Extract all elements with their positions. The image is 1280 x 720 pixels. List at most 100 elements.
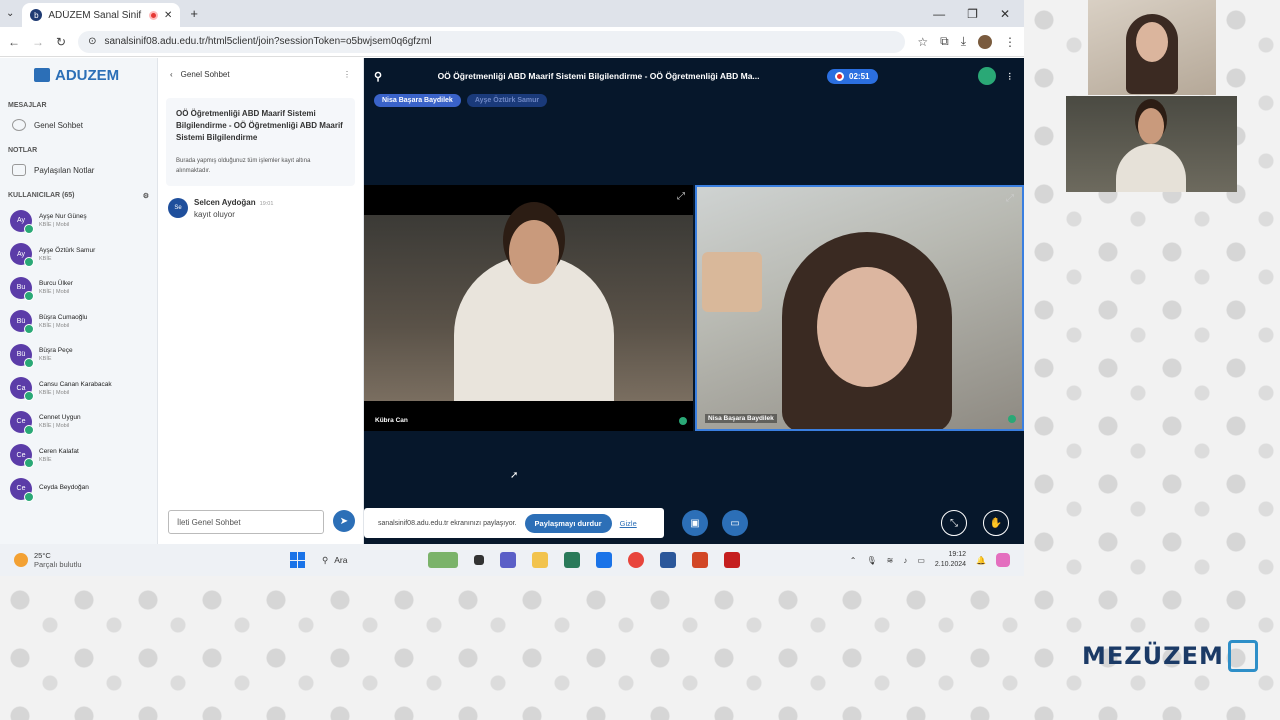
widgets-icon[interactable] bbox=[428, 552, 458, 568]
shared-notes-label: Paylaşılan Notlar bbox=[34, 165, 95, 175]
wifi-icon[interactable]: ≋ bbox=[887, 556, 894, 565]
new-tab-icon[interactable]: + bbox=[190, 6, 198, 21]
aduzem-logo-icon bbox=[34, 68, 50, 82]
url-field[interactable]: ⊙ sanalsinif08.adu.edu.tr/html5client/jo… bbox=[78, 30, 906, 53]
user-name: Ayşe Nur Güneş bbox=[39, 213, 87, 221]
video-user-name[interactable]: Kübra Can bbox=[372, 416, 411, 425]
chrome-icon[interactable] bbox=[628, 552, 644, 568]
video-tile[interactable]: ⤢ Kübra Can bbox=[364, 185, 693, 431]
user-list-item[interactable]: Bü Büşra Cumaoğlu KBİE | Mobil bbox=[10, 305, 157, 339]
messages-section-header: MESAJLAR bbox=[8, 102, 47, 109]
user-list-item[interactable]: Ay Ayşe Öztürk Samur KBİE bbox=[10, 238, 157, 272]
weather-temp: 25°C bbox=[34, 551, 51, 560]
raise-hand-button[interactable]: ✋ bbox=[983, 510, 1009, 536]
user-list-item[interactable]: Ca Cansu Canan Karabacak KBİE | Mobil bbox=[10, 372, 157, 406]
mail-icon[interactable] bbox=[596, 552, 612, 568]
user-status: KBİE bbox=[39, 456, 52, 463]
profile-avatar[interactable] bbox=[978, 34, 992, 49]
avatar: Ay bbox=[10, 243, 34, 268]
window-close-icon[interactable]: ✕ bbox=[1000, 7, 1010, 21]
user-list-item[interactable]: Bü Büşra Peçe KBİE bbox=[10, 338, 157, 372]
tab-title: ADÜZEM Sanal Sinif - OÖ bbox=[48, 9, 143, 21]
mic-icon bbox=[679, 417, 687, 425]
presentation-restore-button[interactable]: ⤡ bbox=[941, 510, 967, 536]
clock-time: 19:12 bbox=[948, 551, 967, 558]
mouse-cursor-icon: ➚ bbox=[510, 470, 519, 481]
chat-message: Se Selcen Aydoğan 19:01 kayıt oluyor bbox=[158, 194, 363, 223]
user-list-item[interactable]: Bu Burcu Ülker KBİE | Mobil bbox=[10, 271, 157, 305]
chat-back-icon[interactable]: ‹ bbox=[170, 70, 173, 79]
chat-title: Genel Sohbet bbox=[180, 69, 230, 79]
share-text: sanalsinif08.adu.edu.tr ekranınızı payla… bbox=[378, 519, 517, 527]
talker-badge[interactable]: Ayşe Öztürk Samur bbox=[466, 94, 548, 107]
chat-options-icon[interactable]: ⋮ bbox=[343, 70, 351, 79]
taskbar-search[interactable]: ⚲ Ara bbox=[322, 555, 412, 566]
extensions-icon[interactable]: ⧉ bbox=[940, 34, 949, 49]
site-info-icon[interactable]: ⊙ bbox=[88, 36, 96, 47]
tray-chevron-icon[interactable]: ⌃ bbox=[850, 556, 857, 565]
task-view-icon[interactable] bbox=[474, 555, 484, 565]
user-name: Ceren Kalafat bbox=[39, 447, 79, 455]
camera-button[interactable]: ▣ bbox=[682, 510, 708, 536]
stop-sharing-button[interactable]: Paylaşmayı durdur bbox=[524, 513, 612, 533]
clock[interactable]: 19:12 2.10.2024 bbox=[935, 550, 966, 570]
video-tile-active[interactable]: ⤢ Nisa Başara Baydilek bbox=[695, 185, 1024, 431]
tab-list-icon[interactable]: ⌄ bbox=[6, 8, 14, 19]
restore-icon[interactable]: ❐ bbox=[967, 7, 978, 21]
user-status: KBİE | Mobil bbox=[39, 289, 70, 296]
fullscreen-icon[interactable]: ⤢ bbox=[1006, 193, 1014, 204]
user-list-item[interactable]: Ay Ayşe Nur Güneş KBİE | Mobil bbox=[10, 204, 157, 238]
browser-tab[interactable]: b ADÜZEM Sanal Sinif - OÖ ✕ bbox=[22, 3, 181, 27]
back-icon[interactable]: ← bbox=[8, 35, 20, 49]
browser-menu-icon[interactable]: ⋮ bbox=[1004, 35, 1016, 49]
user-list-toggle-icon[interactable]: ⚲ bbox=[374, 70, 382, 83]
downloads-icon[interactable]: ⤓ bbox=[961, 34, 966, 49]
mic-tray-icon[interactable]: 🎙 bbox=[866, 556, 876, 565]
acrobat-icon[interactable] bbox=[724, 552, 740, 568]
notifications-icon[interactable]: 🔔 bbox=[976, 556, 986, 565]
sidebar-item-public-chat[interactable]: Genel Sohbet bbox=[0, 113, 157, 137]
battery-icon[interactable]: ▭ bbox=[917, 556, 925, 565]
video-user-name[interactable]: Nisa Başara Baydilek bbox=[705, 414, 777, 423]
tab-close-icon[interactable]: ✕ bbox=[164, 10, 172, 21]
brand-logo: MEZÜZEM bbox=[1082, 640, 1258, 672]
user-list-item[interactable]: Ce Cennet Uygun KBİE | Mobil bbox=[10, 405, 157, 439]
logo-text: ADUZEM bbox=[55, 66, 120, 84]
chat-message-input[interactable]: İleti Genel Sohbet bbox=[168, 510, 324, 534]
meeting-options-icon[interactable]: ⋮ bbox=[1006, 71, 1015, 82]
teams-icon[interactable] bbox=[500, 552, 516, 568]
send-button[interactable]: ➤ bbox=[333, 510, 355, 532]
user-list-item[interactable]: Ce Ceyda Beydoğan bbox=[10, 472, 157, 506]
screen-share-notice: sanalsinif08.adu.edu.tr ekranınızı payla… bbox=[364, 508, 664, 538]
volume-icon[interactable]: ♪ bbox=[903, 556, 907, 565]
user-list-item[interactable]: Ce Ceren Kalafat KBİE bbox=[10, 439, 157, 473]
sidebar-item-shared-notes[interactable]: Paylaşılan Notlar bbox=[0, 158, 157, 182]
copilot-icon[interactable] bbox=[996, 553, 1010, 567]
windows-start-icon[interactable] bbox=[290, 552, 306, 568]
forward-icon[interactable]: → bbox=[32, 35, 44, 49]
user-settings-gear-icon[interactable]: ⚙ bbox=[143, 192, 149, 200]
minimize-icon[interactable]: — bbox=[933, 7, 945, 21]
avatar: Ce bbox=[10, 477, 34, 502]
meeting-area: ⚲ OÖ Öğretmenliği ABD Maarif Sistemi Bil… bbox=[364, 58, 1024, 544]
recording-indicator[interactable]: 02:51 bbox=[827, 68, 878, 84]
reload-icon[interactable]: ↻ bbox=[56, 35, 66, 49]
hide-link[interactable]: Gizle bbox=[620, 519, 637, 528]
weather-desc: Parçalı bulutlu bbox=[34, 560, 82, 569]
fullscreen-icon[interactable]: ⤢ bbox=[677, 191, 685, 202]
avatar: Se bbox=[168, 198, 188, 218]
powerpoint-icon[interactable] bbox=[692, 552, 708, 568]
tab-favicon-icon: b bbox=[30, 9, 43, 21]
screenshare-button[interactable]: ▭ bbox=[722, 510, 748, 536]
store-icon[interactable] bbox=[564, 552, 580, 568]
bookmark-star-icon[interactable]: ☆ bbox=[917, 35, 928, 49]
talking-indicator: Nisa Başara Baydilek Ayşe Öztürk Samur bbox=[374, 94, 548, 107]
talker-badge[interactable]: Nisa Başara Baydilek bbox=[374, 94, 461, 107]
user-name: Cansu Canan Karabacak bbox=[39, 380, 112, 388]
connection-status-icon[interactable] bbox=[977, 67, 996, 85]
word-icon[interactable] bbox=[660, 552, 676, 568]
avatar: Ce bbox=[10, 410, 34, 435]
weather-widget[interactable]: 25°C Parçalı bulutlu bbox=[0, 551, 290, 569]
file-explorer-icon[interactable] bbox=[532, 552, 548, 568]
address-bar: ← → ↻ ⊙ sanalsinif08.adu.edu.tr/html5cli… bbox=[0, 27, 1024, 57]
